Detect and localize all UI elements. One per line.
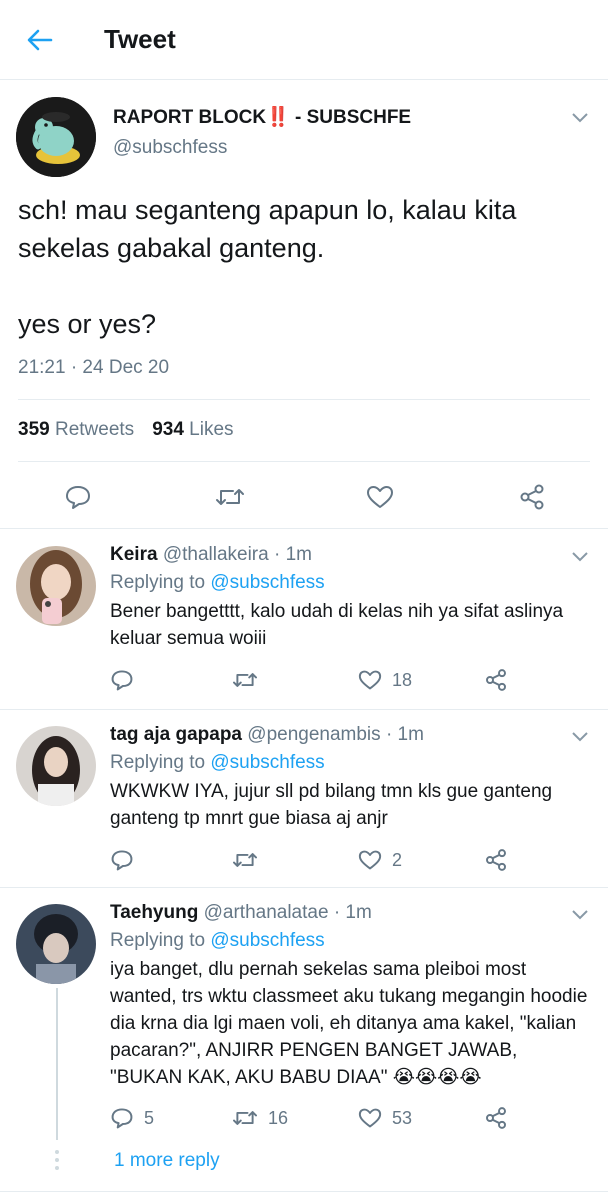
- divider: [18, 461, 590, 462]
- reply-tweet[interactable]: Keira @thallakeira · 1m Replying to @sub…: [0, 530, 608, 710]
- retweet-button[interactable]: 16: [232, 1104, 288, 1132]
- tweet-stats: 359 Retweets 934 Likes: [18, 419, 234, 441]
- like-icon: [367, 486, 393, 508]
- reply-header: tag aja gapapa @pengenambis · 1m: [110, 724, 424, 746]
- retweet-icon: [216, 489, 244, 505]
- like-button[interactable]: 2: [358, 846, 402, 874]
- retweet-count: 16: [268, 1107, 289, 1128]
- arrow-left-icon: [27, 29, 53, 51]
- like-button[interactable]: [362, 479, 398, 515]
- reply-header: Keira @thallakeira · 1m: [110, 544, 312, 566]
- reply-button[interactable]: 5: [110, 1104, 154, 1132]
- chevron-down-icon: [572, 732, 588, 742]
- retweet-icon: [233, 1111, 257, 1125]
- reply-actions: 2: [110, 846, 530, 874]
- like-count: 53: [392, 1107, 413, 1128]
- replying-to: Replying to @subschfess: [110, 572, 325, 593]
- user-avatar-image: [16, 546, 96, 626]
- likes-stat[interactable]: 934 Likes: [152, 419, 233, 440]
- reply-time[interactable]: · 1m: [386, 724, 424, 745]
- tweet-menu-button[interactable]: [570, 550, 590, 564]
- reply-text: Bener bangetttt, kalo udah di kelas nih …: [110, 601, 564, 649]
- replying-to: Replying to @subschfess: [110, 752, 325, 773]
- avatar[interactable]: [16, 726, 96, 806]
- reply-icon: [111, 1108, 133, 1129]
- share-button[interactable]: [514, 479, 550, 515]
- like-button[interactable]: 53: [358, 1104, 412, 1132]
- chevron-down-icon: [572, 910, 588, 920]
- tweet-menu-button[interactable]: [570, 730, 590, 744]
- user-avatar-image: [16, 726, 96, 806]
- like-icon: [358, 850, 382, 870]
- like-count: 18: [392, 669, 413, 690]
- tweet-text: sch! mau seganteng apapun lo, kalau kita…: [18, 195, 517, 339]
- avatar[interactable]: [16, 546, 96, 626]
- reply-text: WKWKW IYA, jujur sll pd bilang tmn kls g…: [110, 781, 553, 829]
- tweet-actions: [0, 479, 608, 515]
- more-replies-link[interactable]: 1 more reply: [114, 1150, 220, 1172]
- like-button[interactable]: 18: [358, 666, 412, 694]
- chevron-down-icon: [572, 113, 588, 123]
- mention-link[interactable]: @subschfess: [210, 572, 324, 593]
- retweets-stat[interactable]: 359 Retweets: [18, 419, 134, 440]
- chevron-down-icon: [572, 552, 588, 562]
- user-avatar-image: [16, 904, 96, 984]
- reply-actions: 18: [110, 666, 530, 694]
- display-name[interactable]: Taehyung: [110, 902, 198, 923]
- display-name[interactable]: Keira: [110, 544, 158, 565]
- top-bar: Tweet: [0, 0, 608, 80]
- like-count: 2: [392, 849, 403, 870]
- like-icon: [358, 670, 382, 690]
- reply-tweet[interactable]: Taehyung @arthanalatae · 1m Replying to …: [0, 888, 608, 1192]
- share-icon: [486, 849, 506, 871]
- mention-link[interactable]: @subschfess: [210, 752, 324, 773]
- user-handle[interactable]: @arthanalatae: [204, 902, 329, 923]
- retweet-button[interactable]: [232, 846, 268, 874]
- tweet-menu-button[interactable]: [570, 908, 590, 922]
- retweet-button[interactable]: [232, 666, 268, 694]
- reply-icon: [111, 850, 133, 871]
- retweet-button[interactable]: [212, 479, 248, 515]
- reply-button[interactable]: [110, 666, 144, 694]
- share-button[interactable]: [484, 846, 508, 874]
- mention-link[interactable]: @subschfess: [210, 930, 324, 951]
- share-button[interactable]: [484, 1104, 508, 1132]
- avatar[interactable]: [16, 904, 96, 984]
- replying-to: Replying to @subschfess: [110, 930, 325, 951]
- reply-icon: [111, 670, 133, 691]
- user-handle[interactable]: @subschfess: [113, 137, 227, 159]
- share-icon: [486, 669, 506, 691]
- tweet-menu-button[interactable]: [570, 111, 590, 125]
- share-icon: [520, 484, 544, 510]
- reply-time[interactable]: · 1m: [334, 902, 372, 923]
- user-handle[interactable]: @pengenambis: [247, 724, 380, 745]
- thread-dots: [54, 1150, 60, 1174]
- display-name[interactable]: tag aja gapapa: [110, 724, 242, 745]
- reply-tweet[interactable]: tag aja gapapa @pengenambis · 1m Replyin…: [0, 710, 608, 888]
- tweet-timestamp[interactable]: 21:21 · 24 Dec 20: [18, 357, 169, 379]
- elephant-avatar-image: [16, 97, 96, 177]
- share-button[interactable]: [484, 666, 508, 694]
- like-icon: [358, 1108, 382, 1128]
- reply-icon: [66, 486, 90, 509]
- avatar[interactable]: [16, 97, 96, 177]
- retweet-icon: [233, 673, 257, 687]
- retweet-icon: [233, 853, 257, 867]
- thread-line: [56, 988, 58, 1140]
- reply-button[interactable]: [60, 479, 96, 515]
- reply-count: 5: [144, 1107, 155, 1128]
- divider: [18, 399, 590, 400]
- share-icon: [486, 1107, 506, 1129]
- reply-header: Taehyung @arthanalatae · 1m: [110, 902, 372, 924]
- display-name[interactable]: RAPORT BLOCK‼️ - SUBSCHFE: [113, 105, 411, 129]
- user-handle[interactable]: @thallakeira: [163, 544, 269, 565]
- reply-time[interactable]: · 1m: [274, 544, 312, 565]
- reply-text: iya banget, dlu pernah sekelas sama plei…: [110, 959, 588, 1088]
- reply-button[interactable]: [110, 846, 144, 874]
- page-title: Tweet: [104, 24, 176, 54]
- reply-actions: 5 16 53: [110, 1104, 530, 1132]
- back-button[interactable]: [20, 22, 60, 58]
- main-tweet: RAPORT BLOCK‼️ - SUBSCHFE @subschfess sc…: [0, 81, 608, 529]
